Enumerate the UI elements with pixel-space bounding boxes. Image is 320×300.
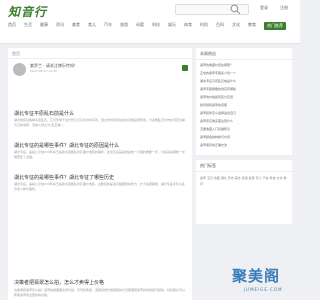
nav-item[interactable]: 教育	[248, 22, 256, 28]
site-logo[interactable]: 知音行	[8, 3, 47, 20]
nav-item[interactable]: 百科	[216, 22, 224, 28]
nav-item[interactable]: 美食	[72, 22, 80, 28]
recommend-item[interactable]: 翡翠原石购买需注意什么	[200, 119, 288, 123]
nav-item[interactable]: 健康	[40, 22, 48, 28]
question-title[interactable]: 湖北专征平原乱石前是什么	[14, 110, 74, 117]
watermark-logo: 聚美阁	[232, 267, 281, 285]
panel-title: 本周热议	[200, 51, 216, 56]
nav-item[interactable]: 资讯	[56, 22, 64, 28]
main-content: 首页 紫罗兰 · 请关注博乐传知！ 2022-08-13 12:30 湖北专征平…	[8, 48, 192, 300]
recommend-item[interactable]: 正常的翡翠手镯多少钱一个	[200, 71, 288, 75]
nav-item[interactable]: 育儿	[88, 22, 96, 28]
recommend-item[interactable]: 翡翠挂件怎么选择适合自己	[200, 111, 288, 115]
question-body: 湖北专征，是指公元前220年秦王嬴政派遣部队攻打湖北地区的事件，这次远征是秦始皇…	[14, 150, 185, 159]
divider	[196, 59, 292, 60]
recommend-item[interactable]: 翡翠的收藏价值在哪里？	[200, 63, 288, 67]
recommend-item[interactable]: 湖北专征平原乱石前是什么	[200, 79, 288, 83]
question-body: 湖北专征，是指公元前220年秦王嬴政派遣部队攻打湖北地区，主要目的是消灭楚国残余…	[14, 182, 185, 191]
tag-list[interactable]: 翡翠 玉石 收藏 湖北 历史 美食 旅游 健康 育儿 汽车 科技 文化 教育	[200, 175, 288, 187]
recommend-panel: 本周热议 翡翠的收藏价值在哪里？ 正常的翡翠手镯多少钱一个 湖北专征平原乱石前是…	[196, 48, 292, 155]
question-body: 湖北地区有各种平原乱石，它们形成于古代长江与汉水冲积平原，经过长时间风化和水流搬…	[14, 118, 186, 127]
nav-item[interactable]: 生活	[24, 22, 32, 28]
article-title[interactable]: 决策者把翡翠怎么拍，怎么才卖得上价格	[14, 279, 104, 286]
recommend-item[interactable]: 翡翠的价格如何区分高低	[200, 95, 288, 99]
search-icon[interactable]	[230, 4, 241, 15]
divider	[196, 171, 292, 172]
nav-item[interactable]: 旅游	[120, 22, 128, 28]
recommend-item[interactable]: 翡翠保养的正确方法	[200, 143, 288, 147]
register-link[interactable]: 注册	[280, 5, 288, 11]
nav-item[interactable]: 时尚	[200, 22, 208, 28]
recommend-item[interactable]: 翡翠手镯佩戴的讲究有哪些	[200, 87, 288, 91]
author-meta: 2022-08-13 12:30	[30, 69, 58, 73]
main-nav: 首页 生活 健康 资讯 美食 育儿 汽车 旅游 母婴 科技 娱乐 体育 时尚 百…	[8, 22, 292, 34]
avatar[interactable]	[13, 63, 26, 76]
nav-item-active[interactable]: 热门推荐	[264, 22, 286, 30]
site-header: 知音行 登录 注册 首页 生活 健康 资讯 美食 育儿 汽车 旅游 母婴 科技 …	[0, 0, 300, 44]
badge-icon	[182, 65, 188, 71]
tags-panel: 热门标签 翡翠 玉石 收藏 湖北 历史 美食 旅游 健康 育儿 汽车 科技 文化…	[196, 160, 292, 224]
nav-item[interactable]: 科技	[152, 22, 160, 28]
breadcrumb[interactable]: 首页	[12, 51, 20, 57]
nav-item[interactable]: 汽车	[104, 22, 112, 28]
divider	[8, 58, 192, 59]
nav-item[interactable]: 体育	[184, 22, 192, 28]
login-link[interactable]: 登录	[260, 5, 268, 11]
article-body: 决策者把翡翠怎么拍？翡翠拍摄需要注意光线、背景和角度，选择自然光或柔和的灯光能展…	[14, 288, 186, 297]
nav-item[interactable]: 娱乐	[168, 22, 176, 28]
panel-title: 热门标签	[200, 163, 216, 168]
nav-item[interactable]: 首页	[8, 22, 16, 28]
recommend-item[interactable]: 翡翠颜色的种类与价值	[200, 135, 288, 139]
recommend-item[interactable]: 玉器收藏入门基础知识	[200, 127, 288, 131]
question-title[interactable]: 湖北专征的是哪些事件？湖北专征了哪些历史	[14, 174, 114, 181]
watermark-subtitle: JUMEIGE.COM	[244, 287, 283, 292]
nav-item[interactable]: 文化	[232, 22, 240, 28]
question-title[interactable]: 湖北专征的是哪些事件？湖北专征的原因是什么	[14, 142, 119, 149]
sidebar: 本周热议 翡翠的收藏价值在哪里？ 正常的翡翠手镯多少钱一个 湖北专征平原乱石前是…	[196, 48, 292, 300]
recommend-item[interactable]: 如何辨别翡翠的真假	[200, 103, 288, 107]
nav-item[interactable]: 母婴	[136, 22, 144, 28]
